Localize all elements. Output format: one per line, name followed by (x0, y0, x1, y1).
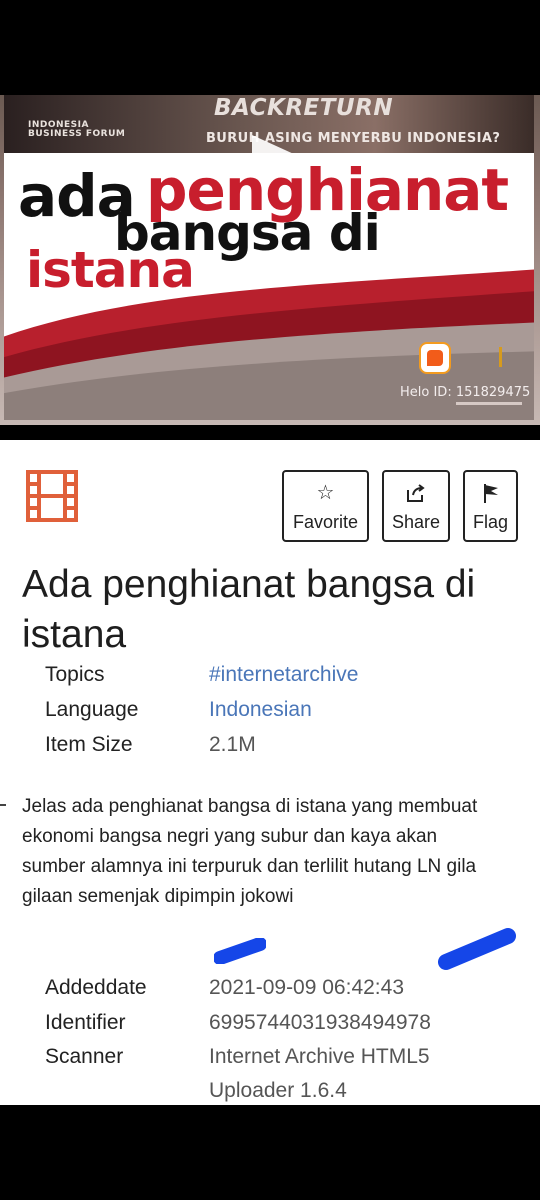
metadata-key: Item Size (45, 733, 133, 756)
flag-label: Flag (472, 512, 508, 532)
item-details: ☆ Favorite Share Flag Ada penghianat ban… (0, 440, 540, 1105)
navigation-bar-area (0, 1105, 540, 1200)
favorite-button[interactable]: ☆ Favorite (282, 470, 369, 542)
helo-id-text: Helo ID: 151829475 (400, 385, 531, 400)
video-player[interactable]: INDONESIA BUSINESS FORUM BACKRETURN BURU… (0, 95, 540, 425)
status-bar-area (0, 0, 540, 95)
play-icon[interactable] (252, 135, 296, 175)
favorite-label: Favorite (292, 512, 359, 532)
topics-link[interactable]: #internetarchive (209, 658, 519, 692)
language-link[interactable]: Indonesian (209, 693, 519, 727)
share-icon (405, 482, 427, 506)
item-size-value: 2.1M (209, 733, 256, 756)
item-description: Jelas ada penghianat bangsa di istana ya… (22, 796, 478, 907)
star-icon: ☆ (316, 482, 335, 504)
thumbnail-forum-text: INDONESIA BUSINESS FORUM (28, 120, 126, 139)
helo-mark (499, 347, 502, 367)
thumbnail-backreturn-text: BACKRETURN (214, 95, 394, 121)
helo-underline (456, 402, 522, 405)
details-key: Identifier (45, 1011, 126, 1034)
details-key: Scanner (45, 1045, 124, 1068)
metadata-key: Topics (45, 663, 105, 686)
details-key: Addeddate (45, 976, 147, 999)
description-marker (0, 804, 6, 806)
metadata-key: Language (45, 698, 139, 721)
item-title: Ada penghianat bangsa di istana (22, 563, 476, 656)
addeddate-value: 2021-09-09 06:42:43 (209, 976, 404, 999)
identifier-value: 6995744031938494978 (209, 1011, 431, 1034)
flag-icon (480, 482, 502, 506)
helo-logo-icon (419, 342, 451, 374)
thumbnail-subhead: BURUH ASING MENYERBU INDONESIA? (206, 131, 501, 146)
redaction-marker (214, 938, 266, 964)
flag-button[interactable]: Flag (463, 470, 518, 542)
share-button[interactable]: Share (382, 470, 450, 542)
thumbnail-headline-istana: istana (26, 241, 195, 299)
redaction-marker (438, 928, 516, 970)
scanner-value: Internet Archive HTML5 Uploader 1.6.4 (209, 1045, 430, 1102)
share-label: Share (391, 512, 441, 532)
film-icon (26, 470, 78, 522)
